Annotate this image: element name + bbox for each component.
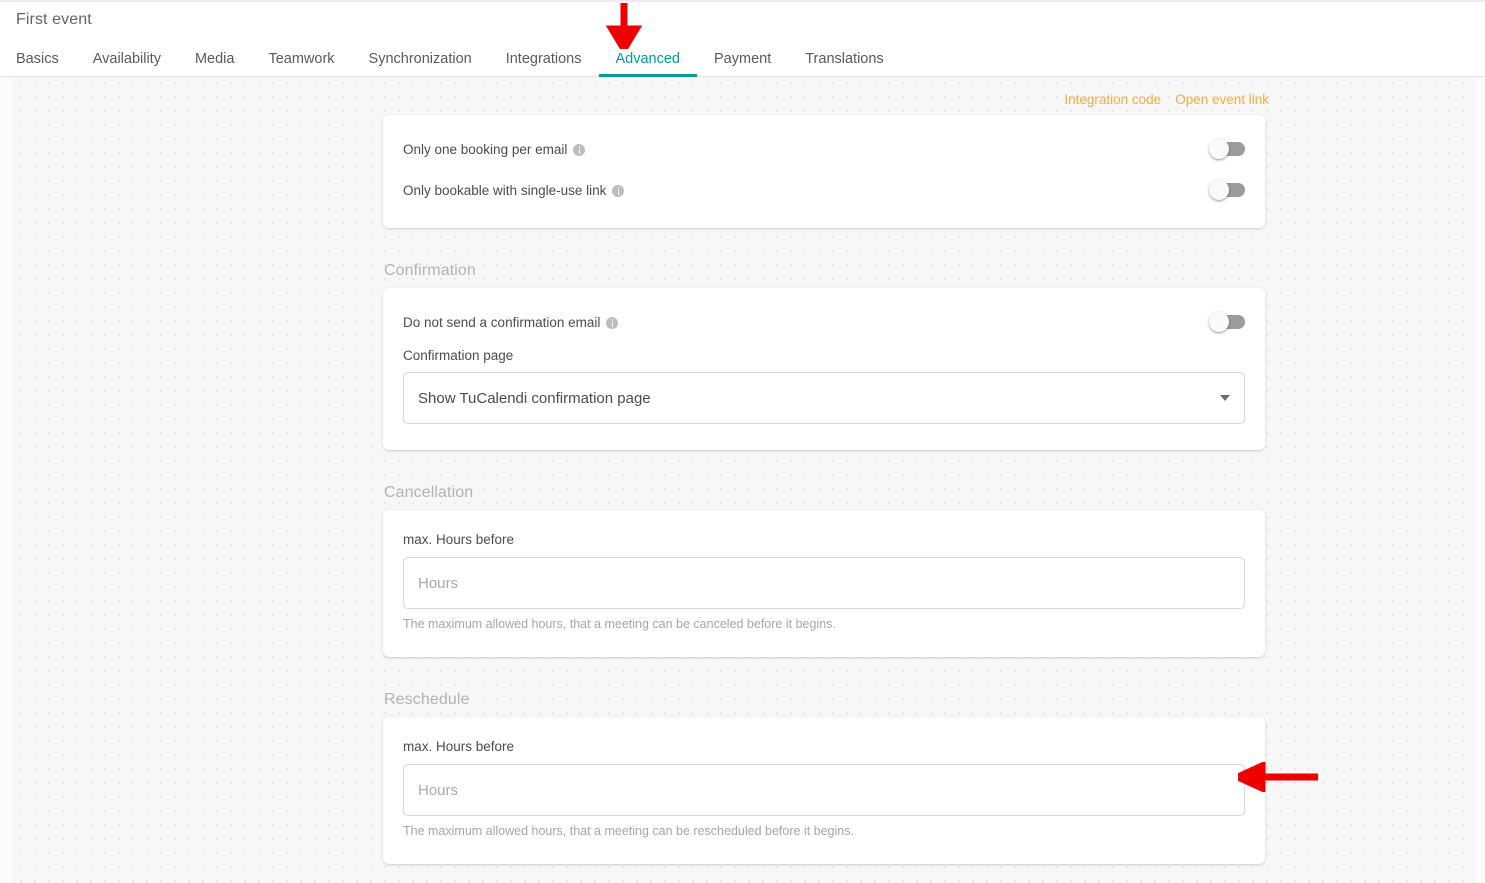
section-heading-reschedule: Reschedule: [384, 691, 470, 708]
confirmation-page-select[interactable]: Show TuCalendi confirmation page: [403, 372, 1245, 424]
confirmation-page-selected-value: Show TuCalendi confirmation page: [418, 389, 651, 407]
cancellation-hours-input[interactable]: [403, 557, 1245, 609]
do-not-send-confirmation-email-toggle[interactable]: [1209, 312, 1245, 332]
reschedule-hours-input[interactable]: [403, 764, 1245, 816]
header-action-links: Integration code Open event link: [1064, 92, 1269, 107]
row-do-not-send-confirmation-email: Do not send a confirmation email: [403, 310, 1245, 334]
info-icon[interactable]: [606, 317, 619, 329]
content-canvas: Integration code Open event link Only on…: [0, 78, 1485, 883]
tab-media[interactable]: Media: [178, 40, 252, 77]
chevron-down-icon: [1220, 395, 1230, 401]
section-heading-cancellation: Cancellation: [384, 484, 474, 501]
toggle-knob: [1209, 139, 1229, 159]
only-bookable-single-use-link-label: Only bookable with single-use link: [403, 182, 607, 198]
row-label-group: Only bookable with single-use link: [403, 182, 625, 198]
tab-payment[interactable]: Payment: [697, 40, 788, 77]
integration-code-link[interactable]: Integration code: [1064, 92, 1161, 107]
toggle-knob: [1209, 180, 1229, 200]
info-icon[interactable]: [573, 144, 586, 156]
row-label-group: Only one booking per email: [403, 141, 586, 157]
cancellation-card: max. Hours before The maximum allowed ho…: [383, 510, 1265, 657]
reschedule-card: max. Hours before The maximum allowed ho…: [383, 717, 1265, 864]
booking-restrictions-card: Only one booking per email Only bookable…: [383, 115, 1265, 228]
only-one-booking-per-email-toggle[interactable]: [1209, 139, 1245, 159]
section-heading-confirmation: Confirmation: [384, 262, 476, 279]
confirmation-card: Do not send a confirmation email Confirm…: [383, 288, 1265, 450]
row-label-group: Do not send a confirmation email: [403, 314, 619, 330]
row-only-bookable-single-use-link: Only bookable with single-use link: [403, 178, 1245, 202]
page-title: First event: [16, 11, 92, 28]
confirmation-page-label: Confirmation page: [403, 348, 514, 363]
open-event-link[interactable]: Open event link: [1175, 92, 1269, 107]
only-one-booking-per-email-label: Only one booking per email: [403, 141, 568, 157]
tab-teamwork[interactable]: Teamwork: [251, 40, 351, 77]
tab-advanced[interactable]: Advanced: [598, 40, 698, 77]
reschedule-help-text: The maximum allowed hours, that a meetin…: [403, 824, 854, 838]
row-only-one-booking-per-email: Only one booking per email: [403, 137, 1245, 161]
app-root: First event Basics Availability Media Te…: [0, 0, 1485, 883]
toggle-knob: [1209, 312, 1229, 332]
cancellation-hours-label: max. Hours before: [403, 532, 515, 547]
page-header: First event Basics Availability Media Te…: [0, 2, 1485, 77]
left-gutter: [0, 78, 13, 883]
reschedule-hours-label: max. Hours before: [403, 739, 515, 754]
tab-bar: Basics Availability Media Teamwork Synch…: [0, 40, 901, 77]
do-not-send-confirmation-email-label: Do not send a confirmation email: [403, 314, 601, 330]
tab-translations[interactable]: Translations: [788, 40, 900, 77]
settings-column: Only one booking per email Only bookable…: [383, 115, 1265, 864]
cancellation-help-text: The maximum allowed hours, that a meetin…: [403, 617, 836, 631]
info-icon[interactable]: [612, 185, 625, 197]
only-bookable-single-use-link-toggle[interactable]: [1209, 180, 1245, 200]
tab-synchronization[interactable]: Synchronization: [352, 40, 489, 77]
right-gutter: [1475, 78, 1485, 883]
tab-basics[interactable]: Basics: [16, 40, 76, 77]
tab-integrations[interactable]: Integrations: [489, 40, 599, 77]
tab-availability[interactable]: Availability: [76, 40, 178, 77]
